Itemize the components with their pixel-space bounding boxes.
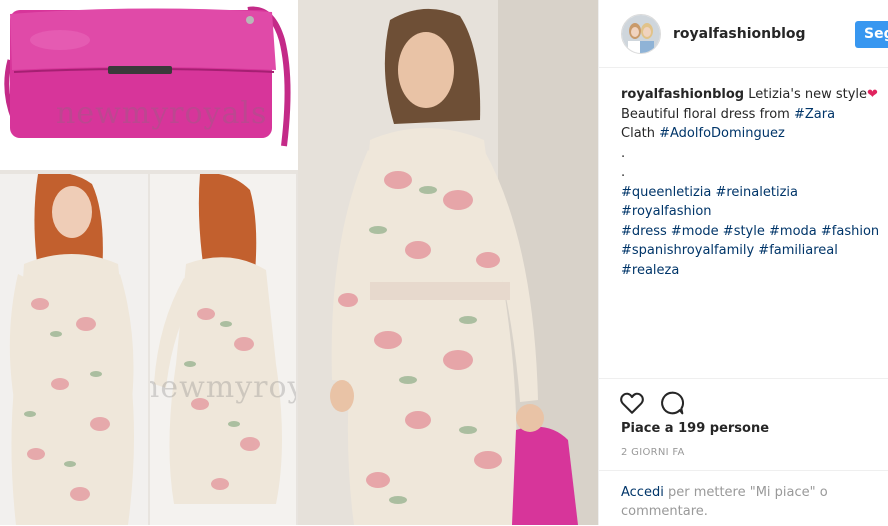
- post-header: royalfashionblog Segui: [599, 0, 888, 68]
- login-link[interactable]: Accedi: [621, 485, 664, 500]
- model-back-photo: newmyroyals: [150, 174, 296, 525]
- hashtags-line-2: #dress #mode #style #moda #fashion: [621, 222, 883, 242]
- hashtag[interactable]: #fashion: [821, 224, 879, 239]
- caption-dot-2: .: [621, 165, 626, 180]
- hashtag[interactable]: #familiareal: [758, 243, 838, 258]
- caption-line2: Beautiful floral dress from: [621, 106, 794, 122]
- hashtag[interactable]: #spanishroyalfamily: [621, 243, 754, 258]
- header-username[interactable]: royalfashionblog: [673, 26, 806, 42]
- hashtag[interactable]: #mode: [671, 224, 719, 239]
- caption-line3: Clath: [621, 126, 660, 141]
- login-prompt: Accedi per mettere "Mi piace" o commenta…: [621, 483, 871, 521]
- model-front-photo: [0, 174, 148, 525]
- hashtag[interactable]: #royalfashion: [621, 204, 712, 219]
- hashtag[interactable]: #moda: [769, 224, 817, 239]
- hashtag[interactable]: #realeza: [621, 263, 679, 278]
- heart-emoji-icon: ❤: [867, 87, 878, 102]
- post-image[interactable]: newmyroyals newmyro: [0, 0, 598, 525]
- hashtag-adolfodominguez[interactable]: #AdolfoDominguez: [659, 126, 785, 141]
- hashtags-line-3: #spanishroyalfamily #familiareal #realez…: [621, 241, 883, 280]
- bag-photo: newmyroyals: [0, 0, 298, 170]
- hashtag[interactable]: #dress: [621, 224, 667, 239]
- action-bar: [599, 378, 888, 415]
- hashtag[interactable]: #reinaletizia: [715, 185, 798, 200]
- hashtag-zara[interactable]: #Zara: [794, 107, 835, 122]
- caption-line1: Letizia's new style: [748, 87, 868, 102]
- hashtag[interactable]: #style: [723, 224, 765, 239]
- comment-icon[interactable]: [659, 390, 685, 416]
- caption-dot-1: .: [621, 145, 626, 161]
- hashtag[interactable]: #queenletizia: [621, 185, 711, 200]
- comment-area: Accedi per mettere "Mi piace" o commenta…: [599, 470, 888, 526]
- letizia-photo: [298, 0, 598, 525]
- heart-icon[interactable]: [619, 390, 645, 416]
- follow-button[interactable]: Segui: [855, 21, 888, 48]
- likes-count[interactable]: Piace a 199 persone: [621, 421, 769, 436]
- caption-username[interactable]: royalfashionblog: [621, 87, 744, 102]
- post-sidebar: royalfashionblog Segui royalfashionblog …: [598, 0, 888, 525]
- avatar-icon[interactable]: [621, 14, 661, 54]
- hashtags-line-1: #queenletizia #reinaletizia #royalfashio…: [621, 183, 883, 222]
- post-timestamp: 2 GIORNI FA: [621, 447, 685, 458]
- caption: royalfashionblog Letizia's new style❤ Be…: [621, 85, 883, 280]
